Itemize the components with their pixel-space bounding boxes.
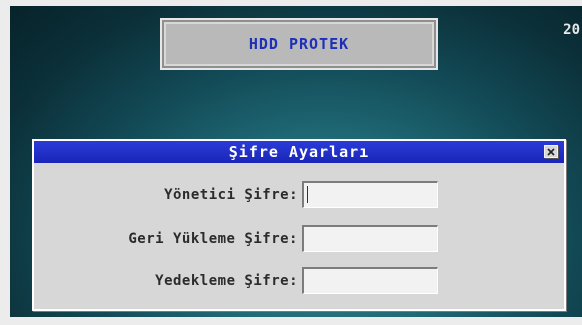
backup-password-label: Yedekleme Şifre: xyxy=(155,273,298,289)
header-title-box: HDD PROTEK xyxy=(160,18,438,70)
close-icon xyxy=(547,147,555,156)
monitor-frame: HDD PROTEK 20 Şifre Ayarları Yönetici Şi… xyxy=(0,0,582,325)
dialog-title: Şifre Ayarları xyxy=(228,143,370,161)
admin-password-row: Yönetici Şifre: xyxy=(34,181,564,211)
admin-password-input[interactable] xyxy=(302,181,438,208)
backup-password-input[interactable] xyxy=(302,267,438,294)
backup-password-row: Yedekleme Şifre: xyxy=(34,267,564,297)
admin-password-label: Yönetici Şifre: xyxy=(164,187,298,203)
password-settings-dialog: Şifre Ayarları Yönetici Şifre: Geri Yükl… xyxy=(32,139,566,311)
corner-text: 20 xyxy=(563,22,580,38)
restore-password-row: Geri Yükleme Şifre: xyxy=(34,225,564,255)
close-button[interactable] xyxy=(544,145,558,158)
restore-password-label: Geri Yükleme Şifre: xyxy=(128,231,298,247)
text-caret xyxy=(307,186,308,203)
bios-screen: HDD PROTEK 20 Şifre Ayarları Yönetici Şi… xyxy=(10,6,582,317)
restore-password-input[interactable] xyxy=(302,225,438,252)
dialog-titlebar: Şifre Ayarları xyxy=(34,141,564,163)
header-title: HDD PROTEK xyxy=(248,35,350,53)
